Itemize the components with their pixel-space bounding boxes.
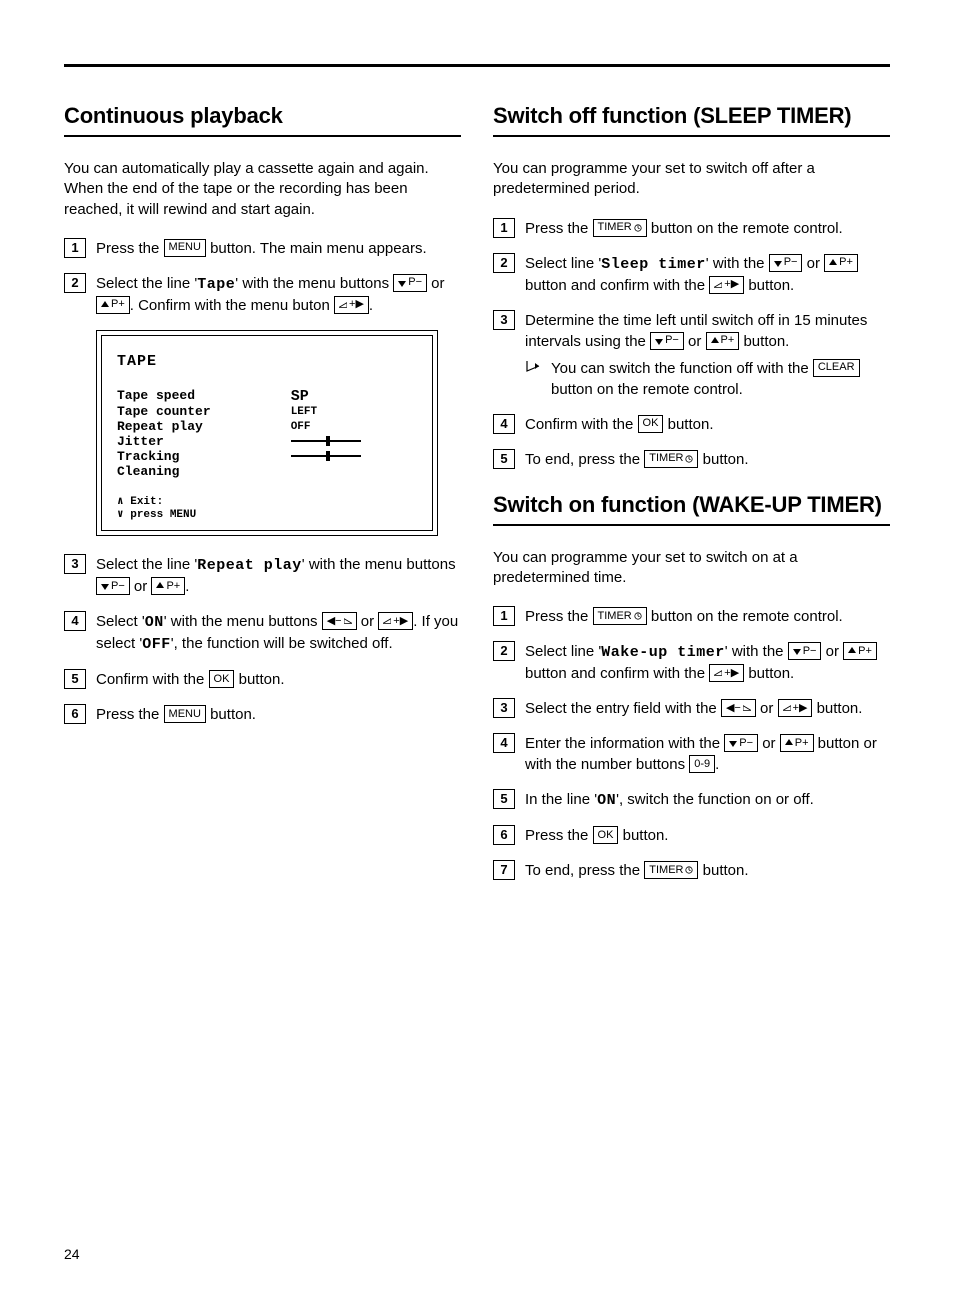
step-1: Press the TIMER button on the remote con… [493,606,890,627]
p-plus-button-icon: P+ [151,577,185,595]
timer-button-icon: TIMER [593,219,647,237]
select-right-button-icon: +▶ [778,699,813,717]
page-number: 24 [64,1246,80,1262]
slider-icon [291,452,361,460]
step-6: Press the MENU button. [64,704,461,725]
slider-icon [291,437,361,445]
timer-button-icon: TIMER [644,861,698,879]
p-plus-button-icon: P+ [843,642,877,660]
note-clear: You can switch the function off with the… [525,358,890,400]
step-2: Select the line 'Tape' with the menu but… [64,273,461,316]
timer-button-icon: TIMER [593,607,647,625]
intro-continuous: You can automatically play a cassette ag… [64,159,461,220]
note-arrow-icon [525,358,543,400]
p-plus-button-icon: P+ [706,332,740,350]
steps-sleep: Press the TIMER button on the remote con… [493,218,890,470]
p-minus-button-icon: P− [393,274,427,292]
osd-screen-tape: TAPE Tape speedSP Tape counterLEFT Repea… [96,330,438,536]
step-3: Select the entry field with the ◀− or +▶… [493,698,890,719]
step-3: Determine the time left until switch off… [493,310,890,400]
p-minus-button-icon: P− [769,254,803,272]
page-top-rule [64,64,890,67]
osd-table: Tape speedSP Tape counterLEFT Repeat pla… [117,388,417,480]
intro-sleep: You can programme your set to switch off… [493,159,890,200]
ok-button-icon: OK [593,826,619,844]
right-column: Switch off function (SLEEP TIMER) You ca… [493,103,890,895]
select-right-button-icon: +▶ [709,664,744,682]
step-1: Press the TIMER button on the remote con… [493,218,890,239]
heading-wakeup-timer: Switch on function (WAKE-UP TIMER) [493,492,890,518]
step-7: To end, press the TIMER button. [493,860,890,881]
p-plus-button-icon: P+ [780,734,814,752]
step-4: Confirm with the OK button. [493,414,890,435]
step-1: Press the MENU button. The main menu app… [64,238,461,259]
select-right-button-icon: +▶ [334,296,369,314]
p-minus-button-icon: P− [788,642,822,660]
clear-button-icon: CLEAR [813,359,860,377]
p-plus-button-icon: P+ [824,254,858,272]
heading-rule [493,524,890,526]
step-3: Select the line 'Repeat play' with the m… [64,554,461,597]
p-plus-button-icon: P+ [96,296,130,314]
step-2: Select line 'Wake-up timer' with the P− … [493,641,890,684]
osd-title: TAPE [117,353,417,370]
intro-wakeup: You can programme your set to switch on … [493,548,890,589]
step-2: Select line 'Sleep timer' with the P− or… [493,253,890,296]
ok-button-icon: OK [209,670,235,688]
p-minus-button-icon: P− [724,734,758,752]
select-right-button-icon: +▶ [709,276,744,294]
steps-wakeup: Press the TIMER button on the remote con… [493,606,890,881]
left-column: Continuous playback You can automaticall… [64,103,461,895]
heading-rule [493,135,890,137]
select-left-button-icon: ◀− [322,612,357,630]
timer-button-icon: TIMER [644,450,698,468]
number-buttons-icon: 0-9 [689,755,715,773]
p-minus-button-icon: P− [650,332,684,350]
heading-rule [64,135,461,137]
heading-continuous-playback: Continuous playback [64,103,461,129]
steps-continuous-cont: Select the line 'Repeat play' with the m… [64,554,461,725]
p-minus-button-icon: P− [96,577,130,595]
heading-sleep-timer: Switch off function (SLEEP TIMER) [493,103,890,129]
select-left-button-icon: ◀− [721,699,756,717]
select-right-button-icon: +▶ [378,612,413,630]
steps-continuous: Press the MENU button. The main menu app… [64,238,461,316]
step-5: To end, press the TIMER button. [493,449,890,470]
step-4: Enter the information with the P− or P+ … [493,733,890,775]
ok-button-icon: OK [638,415,664,433]
step-6: Press the OK button. [493,825,890,846]
step-5: In the line 'ON', switch the function on… [493,789,890,811]
step-4: Select 'ON' with the menu buttons ◀− or … [64,611,461,655]
step-5: Confirm with the OK button. [64,669,461,690]
menu-button-icon: MENU [164,705,206,723]
menu-button-icon: MENU [164,239,206,257]
osd-footer: ∧ Exit: ∨ press MENU [117,496,417,521]
